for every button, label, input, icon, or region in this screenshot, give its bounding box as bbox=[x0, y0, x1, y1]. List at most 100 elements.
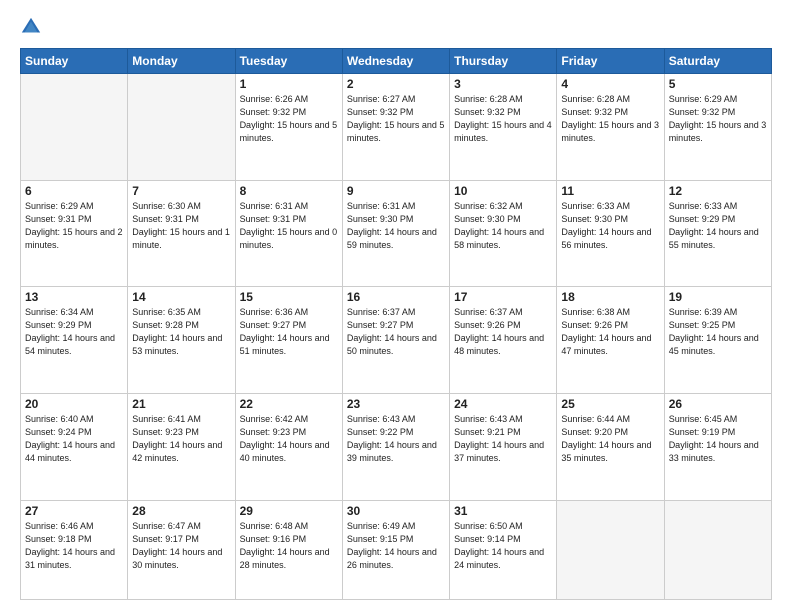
day-info: Sunrise: 6:41 AM Sunset: 9:23 PM Dayligh… bbox=[132, 413, 230, 465]
day-number: 2 bbox=[347, 77, 445, 91]
weekday-header-tuesday: Tuesday bbox=[235, 49, 342, 74]
day-number: 15 bbox=[240, 290, 338, 304]
day-info: Sunrise: 6:46 AM Sunset: 9:18 PM Dayligh… bbox=[25, 520, 123, 572]
calendar-cell: 14 Sunrise: 6:35 AM Sunset: 9:28 PM Dayli… bbox=[128, 287, 235, 394]
day-number: 24 bbox=[454, 397, 552, 411]
day-info: Sunrise: 6:38 AM Sunset: 9:26 PM Dayligh… bbox=[561, 306, 659, 358]
day-number: 25 bbox=[561, 397, 659, 411]
page: SundayMondayTuesdayWednesdayThursdayFrid… bbox=[0, 0, 792, 612]
day-number: 27 bbox=[25, 504, 123, 518]
day-number: 26 bbox=[669, 397, 767, 411]
day-info: Sunrise: 6:48 AM Sunset: 9:16 PM Dayligh… bbox=[240, 520, 338, 572]
day-number: 20 bbox=[25, 397, 123, 411]
calendar-cell: 17Sunrise: 6:37 AM Sunset: 9:26 PM Dayli… bbox=[450, 287, 557, 394]
day-number: 31 bbox=[454, 504, 552, 518]
day-number: 30 bbox=[347, 504, 445, 518]
calendar-cell: 21Sunrise: 6:41 AM Sunset: 9:23 PM Dayli… bbox=[128, 393, 235, 500]
calendar-cell: 1Sunrise: 6:26 AM Sunset: 9:32 PM Daylig… bbox=[235, 74, 342, 181]
weekday-header-saturday: Saturday bbox=[664, 49, 771, 74]
day-number: 12 bbox=[669, 184, 767, 198]
day-number: 28 bbox=[132, 504, 230, 518]
weekday-header-wednesday: Wednesday bbox=[342, 49, 449, 74]
day-info: Sunrise: 6:35 AM Sunset: 9:28 PM Dayligh… bbox=[132, 306, 230, 358]
calendar-cell: 25 Sunrise: 6:44 AM Sunset: 9:20 PM Dayli… bbox=[557, 393, 664, 500]
day-number: 23 bbox=[347, 397, 445, 411]
calendar-cell: 4 Sunrise: 6:28 AM Sunset: 9:32 PM Daylig… bbox=[557, 74, 664, 181]
calendar-week-row: 20 Sunrise: 6:40 AM Sunset: 9:24 PM Dayli… bbox=[21, 393, 772, 500]
calendar-cell: 16 Sunrise: 6:37 AM Sunset: 9:27 PM Dayli… bbox=[342, 287, 449, 394]
day-number: 17 bbox=[454, 290, 552, 304]
logo-icon bbox=[20, 16, 42, 38]
calendar-cell: 11Sunrise: 6:33 AM Sunset: 9:30 PM Dayli… bbox=[557, 180, 664, 287]
calendar-cell: 8 Sunrise: 6:31 AM Sunset: 9:31 PM Daylig… bbox=[235, 180, 342, 287]
day-info: Sunrise: 6:29 AM Sunset: 9:32 PM Dayligh… bbox=[669, 93, 767, 145]
calendar-cell: 5Sunrise: 6:29 AM Sunset: 9:32 PM Daylig… bbox=[664, 74, 771, 181]
weekday-header-friday: Friday bbox=[557, 49, 664, 74]
weekday-header-sunday: Sunday bbox=[21, 49, 128, 74]
day-info: Sunrise: 6:28 AM Sunset: 9:32 PM Dayligh… bbox=[454, 93, 552, 145]
calendar-cell: 2 Sunrise: 6:27 AM Sunset: 9:32 PM Daylig… bbox=[342, 74, 449, 181]
calendar-cell: 20 Sunrise: 6:40 AM Sunset: 9:24 PM Dayli… bbox=[21, 393, 128, 500]
day-info: Sunrise: 6:43 AM Sunset: 9:22 PM Dayligh… bbox=[347, 413, 445, 465]
day-number: 16 bbox=[347, 290, 445, 304]
day-number: 29 bbox=[240, 504, 338, 518]
day-info: Sunrise: 6:39 AM Sunset: 9:25 PM Dayligh… bbox=[669, 306, 767, 358]
calendar: SundayMondayTuesdayWednesdayThursdayFrid… bbox=[20, 48, 772, 600]
weekday-header-row: SundayMondayTuesdayWednesdayThursdayFrid… bbox=[21, 49, 772, 74]
day-number: 6 bbox=[25, 184, 123, 198]
weekday-header-monday: Monday bbox=[128, 49, 235, 74]
calendar-week-row: 27 Sunrise: 6:46 AM Sunset: 9:18 PM Dayli… bbox=[21, 500, 772, 599]
day-number: 18 bbox=[561, 290, 659, 304]
day-number: 14 bbox=[132, 290, 230, 304]
calendar-cell: 18 Sunrise: 6:38 AM Sunset: 9:26 PM Dayli… bbox=[557, 287, 664, 394]
day-info: Sunrise: 6:50 AM Sunset: 9:14 PM Dayligh… bbox=[454, 520, 552, 572]
day-info: Sunrise: 6:47 AM Sunset: 9:17 PM Dayligh… bbox=[132, 520, 230, 572]
day-number: 13 bbox=[25, 290, 123, 304]
day-info: Sunrise: 6:28 AM Sunset: 9:32 PM Dayligh… bbox=[561, 93, 659, 145]
day-info: Sunrise: 6:42 AM Sunset: 9:23 PM Dayligh… bbox=[240, 413, 338, 465]
calendar-week-row: 1Sunrise: 6:26 AM Sunset: 9:32 PM Daylig… bbox=[21, 74, 772, 181]
day-number: 7 bbox=[132, 184, 230, 198]
calendar-cell: 26 Sunrise: 6:45 AM Sunset: 9:19 PM Dayli… bbox=[664, 393, 771, 500]
calendar-cell: 27 Sunrise: 6:46 AM Sunset: 9:18 PM Dayli… bbox=[21, 500, 128, 599]
day-info: Sunrise: 6:33 AM Sunset: 9:30 PM Dayligh… bbox=[561, 200, 659, 252]
calendar-cell: 12 Sunrise: 6:33 AM Sunset: 9:29 PM Dayli… bbox=[664, 180, 771, 287]
day-info: Sunrise: 6:43 AM Sunset: 9:21 PM Dayligh… bbox=[454, 413, 552, 465]
calendar-week-row: 13 Sunrise: 6:34 AM Sunset: 9:29 PM Dayli… bbox=[21, 287, 772, 394]
calendar-cell: 24 Sunrise: 6:43 AM Sunset: 9:21 PM Dayli… bbox=[450, 393, 557, 500]
calendar-cell: 22 Sunrise: 6:42 AM Sunset: 9:23 PM Dayli… bbox=[235, 393, 342, 500]
weekday-header-thursday: Thursday bbox=[450, 49, 557, 74]
day-info: Sunrise: 6:37 AM Sunset: 9:27 PM Dayligh… bbox=[347, 306, 445, 358]
logo bbox=[20, 16, 46, 38]
day-info: Sunrise: 6:36 AM Sunset: 9:27 PM Dayligh… bbox=[240, 306, 338, 358]
day-info: Sunrise: 6:27 AM Sunset: 9:32 PM Dayligh… bbox=[347, 93, 445, 145]
day-info: Sunrise: 6:31 AM Sunset: 9:31 PM Dayligh… bbox=[240, 200, 338, 252]
day-number: 4 bbox=[561, 77, 659, 91]
calendar-cell bbox=[664, 500, 771, 599]
calendar-cell: 9Sunrise: 6:31 AM Sunset: 9:30 PM Daylig… bbox=[342, 180, 449, 287]
calendar-cell: 3Sunrise: 6:28 AM Sunset: 9:32 PM Daylig… bbox=[450, 74, 557, 181]
day-info: Sunrise: 6:44 AM Sunset: 9:20 PM Dayligh… bbox=[561, 413, 659, 465]
calendar-cell bbox=[128, 74, 235, 181]
header bbox=[20, 16, 772, 38]
calendar-cell: 19Sunrise: 6:39 AM Sunset: 9:25 PM Dayli… bbox=[664, 287, 771, 394]
day-info: Sunrise: 6:45 AM Sunset: 9:19 PM Dayligh… bbox=[669, 413, 767, 465]
day-info: Sunrise: 6:33 AM Sunset: 9:29 PM Dayligh… bbox=[669, 200, 767, 252]
day-info: Sunrise: 6:34 AM Sunset: 9:29 PM Dayligh… bbox=[25, 306, 123, 358]
calendar-cell bbox=[557, 500, 664, 599]
calendar-cell: 30Sunrise: 6:49 AM Sunset: 9:15 PM Dayli… bbox=[342, 500, 449, 599]
calendar-cell: 10Sunrise: 6:32 AM Sunset: 9:30 PM Dayli… bbox=[450, 180, 557, 287]
calendar-cell: 6Sunrise: 6:29 AM Sunset: 9:31 PM Daylig… bbox=[21, 180, 128, 287]
calendar-cell: 29 Sunrise: 6:48 AM Sunset: 9:16 PM Dayli… bbox=[235, 500, 342, 599]
calendar-cell: 28 Sunrise: 6:47 AM Sunset: 9:17 PM Dayli… bbox=[128, 500, 235, 599]
calendar-week-row: 6Sunrise: 6:29 AM Sunset: 9:31 PM Daylig… bbox=[21, 180, 772, 287]
day-number: 9 bbox=[347, 184, 445, 198]
calendar-cell: 15 Sunrise: 6:36 AM Sunset: 9:27 PM Dayli… bbox=[235, 287, 342, 394]
calendar-cell: 31 Sunrise: 6:50 AM Sunset: 9:14 PM Dayli… bbox=[450, 500, 557, 599]
day-number: 22 bbox=[240, 397, 338, 411]
day-info: Sunrise: 6:40 AM Sunset: 9:24 PM Dayligh… bbox=[25, 413, 123, 465]
calendar-cell: 23 Sunrise: 6:43 AM Sunset: 9:22 PM Dayli… bbox=[342, 393, 449, 500]
day-number: 8 bbox=[240, 184, 338, 198]
calendar-cell: 7Sunrise: 6:30 AM Sunset: 9:31 PM Daylig… bbox=[128, 180, 235, 287]
day-info: Sunrise: 6:26 AM Sunset: 9:32 PM Dayligh… bbox=[240, 93, 338, 145]
